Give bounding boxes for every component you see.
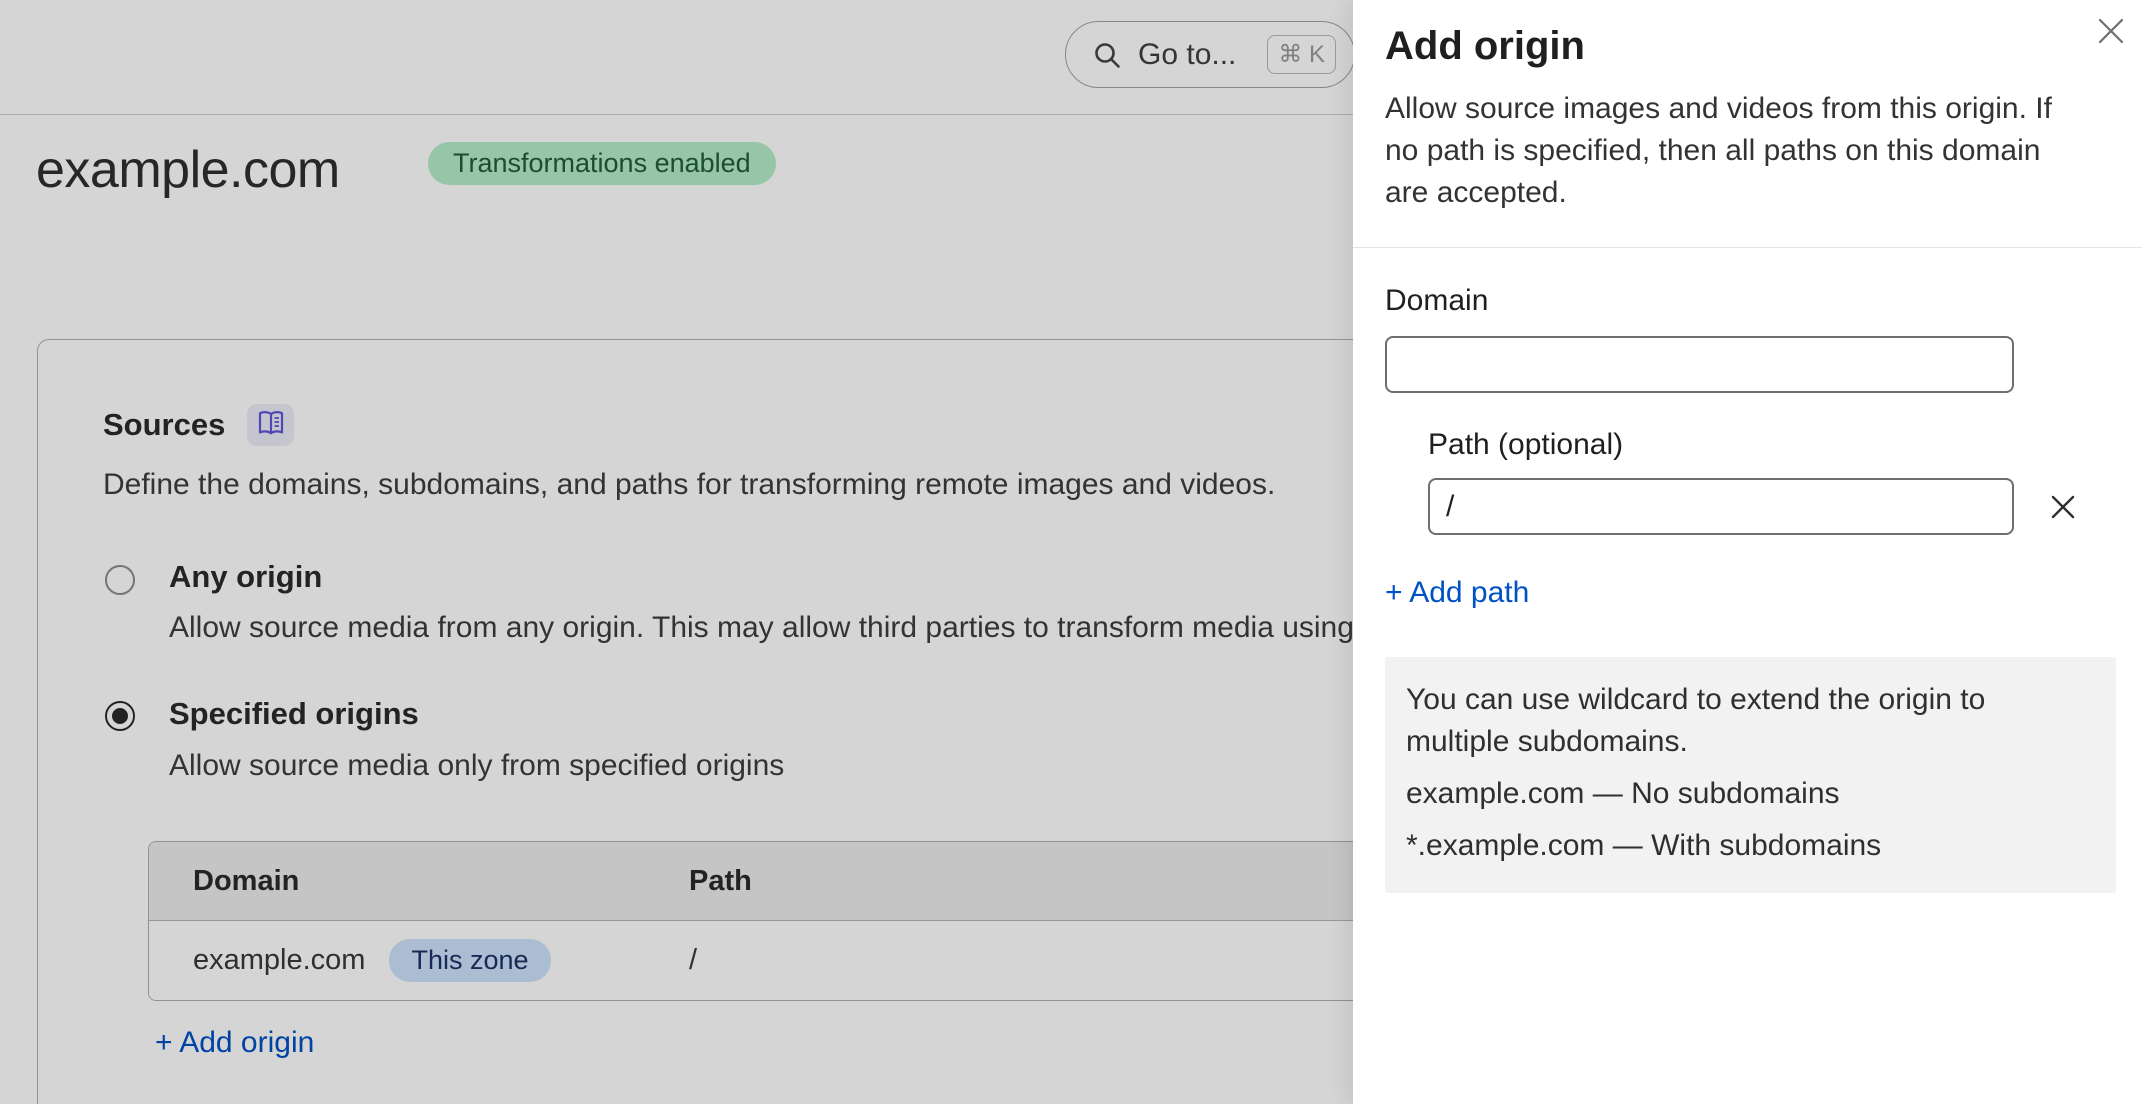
path-input[interactable] [1428,478,2014,535]
modal-dim-overlay[interactable] [0,0,1353,1104]
domain-field-label: Domain [1385,284,1488,318]
close-icon [2094,14,2128,51]
close-button[interactable] [2091,12,2131,52]
add-path-link[interactable]: + Add path [1385,576,1529,610]
add-origin-panel: Add origin Allow source images and video… [1353,0,2142,1104]
remove-path-button[interactable] [2043,488,2083,528]
path-field-label: Path (optional) [1428,428,1623,462]
remove-icon [2046,490,2080,527]
hint-text: You can use wildcard to extend the origi… [1406,679,2095,763]
domain-input[interactable] [1385,336,2014,393]
panel-title: Add origin [1385,24,1585,69]
panel-divider [1353,247,2142,248]
hint-example-with-subdomains: *.example.com — With subdomains [1406,825,2095,867]
wildcard-hint-box: You can use wildcard to extend the origi… [1385,657,2116,893]
hint-example-no-subdomains: example.com — No subdomains [1406,773,2095,815]
panel-description: Allow source images and videos from this… [1385,88,2085,214]
